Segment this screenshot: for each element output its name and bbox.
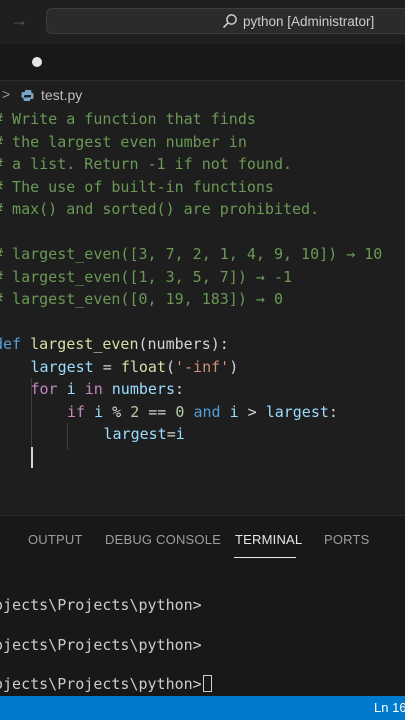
code-line-if: if i % 2 == 0 and i > largest: [67,401,338,423]
tab-ports[interactable]: PORTS [324,532,370,547]
status-bar: Ln 16 [0,696,405,720]
code-token-keyword: for [30,380,58,398]
code-token-variable: i [229,402,239,421]
code-comment-line: # largest_even([0, 19, 183]) → 0 [0,290,283,308]
editor-tab-strip [0,44,405,81]
code-comment-line: # The use of built-in functions [0,177,274,196]
python-file-icon [21,90,34,101]
breadcrumb-file[interactable]: test.py [41,87,82,103]
tab-terminal[interactable]: TERMINAL [235,532,302,547]
terminal-cursor [202,675,212,692]
search-icon [222,14,237,29]
code-token-variable: i [66,380,76,398]
code-token-params: (numbers): [138,335,229,353]
code-token-keyword: if [67,402,86,421]
text-cursor [31,447,33,468]
terminal-prompt-text: ojects\Projects\python> [0,675,202,693]
title-bar: → python [Administrator] [0,0,405,44]
code-token-colon: : [175,380,185,398]
code-token-number: 2 [130,402,140,421]
code-token-operator: % [103,402,131,421]
code-token-operator: > [238,402,266,421]
code-token-keyword: in [84,380,103,398]
code-token-paren: ( [165,357,175,376]
breadcrumb-chevron: > [2,86,11,102]
code-comment-line: # Write a function that finds [0,110,256,128]
code-token-variable: i [175,425,185,443]
code-token-operator: = [166,425,176,443]
code-token-function-name: largest_even [30,335,139,353]
code-line-for: for i in numbers: [31,378,185,400]
code-token-variable: i [94,402,104,421]
code-line-assign: largest = float('-inf') [31,356,239,378]
code-comment-line: # largest_even([3, 7, 2, 1, 4, 9, 10]) →… [0,245,383,263]
indent-guide [67,423,68,450]
arrow-right-icon[interactable]: → [10,10,28,31]
code-token-string: '-inf' [175,357,230,376]
command-center-search[interactable]: python [Administrator] [46,8,405,34]
code-token-operator: == [139,402,176,421]
cursor-position[interactable]: Ln 16 [374,700,405,715]
unsaved-dot-icon[interactable] [32,57,42,67]
indent-guide [31,378,32,450]
tab-debug-console[interactable]: DEBUG CONSOLE [105,532,221,547]
code-comment-line: # largest_even([1, 3, 5, 7]) → -1 [0,267,293,286]
terminal-prompt-line: ojects\Projects\python> [0,636,202,654]
code-token-number: 0 [175,402,185,421]
code-token-function: float [120,357,166,376]
code-token-variable: largest [30,357,94,376]
code-token-paren: ) [229,357,239,376]
tab-output[interactable]: OUTPUT [28,532,83,547]
code-comment-line: # max() and sorted() are prohibited. [0,200,320,218]
code-token-variable: largest [103,425,167,443]
active-tab-indicator [234,557,296,558]
code-token-colon: : [328,402,338,421]
code-token-operator: = [93,357,121,376]
code-comment-line: # the largest even number in [0,132,247,151]
code-line-assign-i: largest=i [104,423,185,445]
code-token-keyword: def [0,335,22,353]
terminal-prompt-line: ojects\Projects\python> [0,596,202,614]
code-comment-line: # a list. Return -1 if not found. [0,155,293,173]
terminal-prompt-line[interactable]: ojects\Projects\python> [0,675,212,693]
bottom-panel: OUTPUT DEBUG CONSOLE TERMINAL PORTS ojec… [0,515,405,696]
code-editor[interactable]: # Write a function that finds # the larg… [0,108,405,510]
search-text: python [Administrator] [243,14,375,29]
code-line-def: def largest_even(numbers): [0,333,229,355]
code-token-variable: numbers [111,380,175,398]
code-token-variable: largest [265,402,329,421]
code-token-keyword: and [193,402,221,421]
